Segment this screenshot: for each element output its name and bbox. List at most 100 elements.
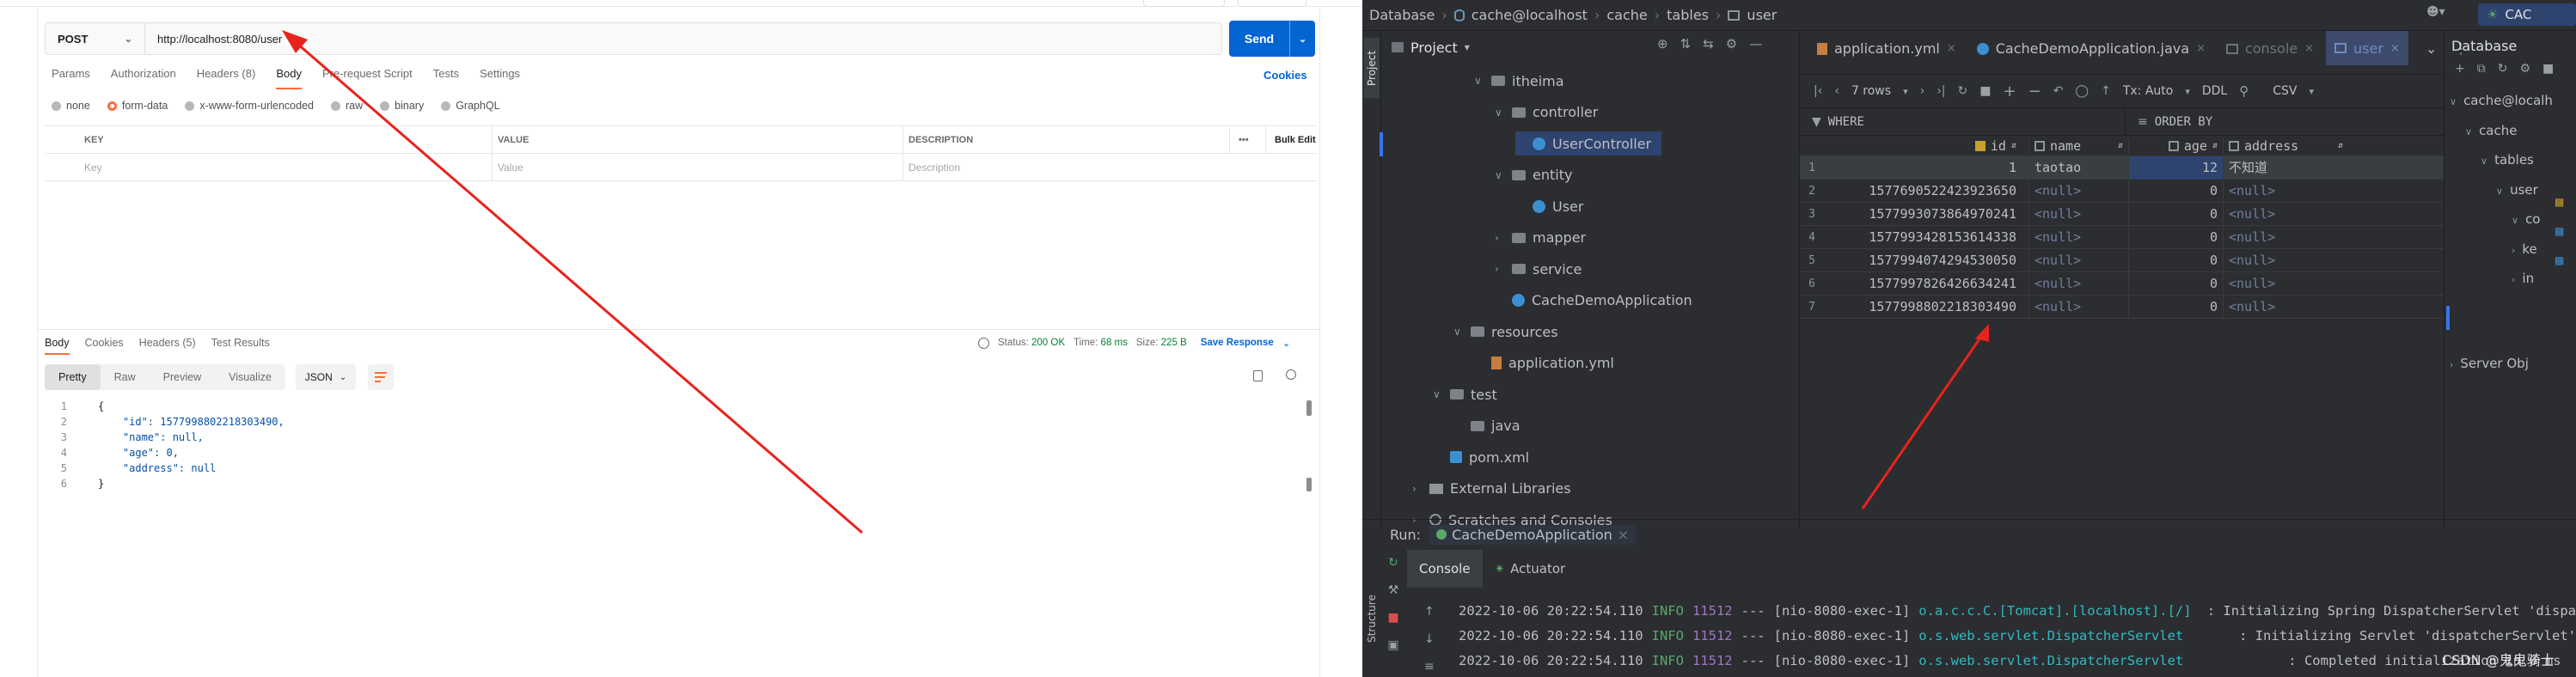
chevron-down-icon[interactable]: ∨ <box>1495 169 1505 181</box>
close-icon[interactable]: × <box>2304 42 2314 55</box>
locate-icon[interactable]: ⊕ <box>1657 36 1668 52</box>
response-code-view[interactable]: 1{2 "id": 1577998802218303490, 3 "name": … <box>45 399 1317 491</box>
column-header-age[interactable]: age ⇵ <box>2128 137 2223 154</box>
tree-item[interactable]: java <box>1453 414 1521 438</box>
tabs-overflow-icon[interactable]: ⌄ <box>2408 40 2447 65</box>
tab-actuator[interactable]: ✴ Actuator <box>1483 550 1578 588</box>
tree-item[interactable]: ∨ resources <box>1453 320 1558 344</box>
cell-address[interactable]: <null> <box>2223 271 2348 296</box>
structure-tool-tab[interactable]: Structure <box>1362 584 1381 653</box>
wrap-lines-icon[interactable] <box>368 364 394 390</box>
cell-address[interactable]: <null> <box>2223 225 2348 249</box>
tab-application-yml[interactable]: application.yml × <box>1800 40 1968 65</box>
cell-id[interactable]: 1 <box>1824 160 2028 175</box>
radio-none[interactable]: none <box>52 100 90 112</box>
rows-select[interactable]: 7 rows <box>1851 84 1891 98</box>
tx-mode-select[interactable]: Tx: Auto <box>2123 84 2174 98</box>
breadcrumb-item[interactable]: tables <box>1667 7 1709 23</box>
tab-response-headers[interactable]: Headers (5) <box>139 337 196 355</box>
stop-icon[interactable]: ■ <box>1381 604 1405 631</box>
db-tree-item[interactable]: ∨ cache <box>2444 116 2576 146</box>
toolbar-button-remnant[interactable] <box>1143 0 1225 7</box>
gear-icon[interactable]: ⚙ <box>1726 36 1737 52</box>
prev-page-icon[interactable]: ‹ <box>1834 84 1839 98</box>
cell-id[interactable]: 1577690522423923650 <box>1824 183 2028 198</box>
tab-preview[interactable]: Preview <box>150 364 215 390</box>
cell-address[interactable]: <null> <box>2223 202 2348 226</box>
tab-params[interactable]: Params <box>52 67 90 89</box>
tab-test-results[interactable]: Test Results <box>211 337 270 355</box>
chevron-down-icon[interactable]: ∨ <box>2512 215 2518 226</box>
cell-name[interactable]: <null> <box>2028 225 2128 249</box>
export-format-select[interactable]: CSV <box>2273 84 2297 98</box>
where-filter[interactable]: ▼ WHERE <box>1800 115 2125 129</box>
chevron-down-icon[interactable]: ∨ <box>1433 388 1443 400</box>
send-button[interactable]: Send ⌄ <box>1229 21 1315 57</box>
tab-cachedemoapplication[interactable]: CacheDemoApplication.java × <box>1968 40 2218 65</box>
cell-id[interactable]: 1577997826426634241 <box>1824 276 2028 291</box>
tab-visualize[interactable]: Visualize <box>215 364 285 390</box>
wrench-icon[interactable]: ⚒ <box>1381 576 1405 604</box>
db-tree-item[interactable]: ∨ tables <box>2444 145 2576 175</box>
arrow-up-icon[interactable]: ↑ <box>1424 598 1440 625</box>
tab-tests[interactable]: Tests <box>433 67 459 89</box>
table-row[interactable]: 4 1577993428153614338 <null> 0 <null> <box>1800 225 2444 249</box>
table-row[interactable]: 1 1 taotao 12 不知道 <box>1800 156 2444 180</box>
close-icon[interactable]: × <box>2390 42 2400 55</box>
tree-item[interactable]: ∨ itheima <box>1474 69 1564 93</box>
cell-id[interactable]: 1577994074294530050 <box>1824 253 2028 268</box>
cell-address[interactable]: <null> <box>2223 248 2348 272</box>
preview-icon[interactable]: ◯ <box>2075 84 2089 98</box>
cell-id[interactable]: 1577998802218303490 <box>1824 299 2028 314</box>
console-output[interactable]: 2022-10-06 20:22:54.110 INFO 11512 --- [nio-… <box>1459 589 2576 677</box>
rerun-icon[interactable]: ↻ <box>1381 549 1405 576</box>
tab-response-cookies[interactable]: Cookies <box>85 337 124 355</box>
close-icon[interactable]: × <box>1947 42 1956 55</box>
table-row[interactable]: 5 1577994074294530050 <null> 0 <null> <box>1800 248 2444 272</box>
tree-item[interactable]: ∨ test <box>1433 382 1497 406</box>
chevron-down-icon[interactable]: ∨ <box>1495 107 1505 119</box>
chevron-down-icon[interactable]: ⌄ <box>1289 21 1315 57</box>
hide-icon[interactable]: — <box>1749 36 1762 52</box>
tab-console[interactable]: console × <box>2218 40 2326 65</box>
chevron-down-icon[interactable]: ∨ <box>2481 156 2487 167</box>
search-icon[interactable]: ⚲ <box>2239 83 2249 99</box>
tab-settings[interactable]: Settings <box>480 67 520 89</box>
tree-item[interactable]: UserController <box>1515 131 1662 156</box>
toolbar-button-remnant[interactable] <box>1238 0 1306 7</box>
settings-icon[interactable]: ⚙ <box>2519 62 2530 86</box>
column-header-address[interactable]: address ⇵ <box>2223 137 2348 154</box>
wrap-icon[interactable]: ≡ <box>1424 653 1440 677</box>
refresh-icon[interactable]: ↻ <box>1958 84 1968 98</box>
arrow-down-icon[interactable]: ↓ <box>1424 625 1440 653</box>
stop-icon[interactable]: ■ <box>1979 84 1991 98</box>
cookies-link[interactable]: Cookies <box>1264 69 1307 82</box>
revert-icon[interactable]: ↶ <box>2053 84 2064 98</box>
method-select[interactable]: POST ⌄ <box>46 23 145 54</box>
stop-icon[interactable]: ■ <box>2542 62 2554 86</box>
radio-form-data[interactable]: form-data <box>107 100 168 112</box>
chevron-down-icon[interactable]: ⌄ <box>1282 337 1291 349</box>
cell-age[interactable]: 0 <box>2128 248 2223 272</box>
cell-name[interactable]: <null> <box>2028 271 2128 296</box>
chevron-down-icon[interactable]: ∨ <box>1474 75 1484 87</box>
tree-item[interactable]: pom.xml <box>1433 445 1529 469</box>
table-row[interactable]: 2 1577690522423923650 <null> 0 <null> <box>1800 179 2444 203</box>
submit-icon[interactable]: ↑ <box>2101 84 2111 98</box>
tab-raw[interactable]: Raw <box>101 364 150 390</box>
close-icon[interactable]: × <box>1618 527 1629 543</box>
chevron-down-icon[interactable]: › <box>2450 359 2453 370</box>
column-header-name[interactable]: name ⇵ <box>2028 137 2128 154</box>
cell-name[interactable]: <null> <box>2028 202 2128 226</box>
tree-item[interactable]: ∨ entity <box>1495 163 1572 187</box>
copy-icon[interactable] <box>1253 370 1263 381</box>
run-config-selector[interactable]: ☀ CAC <box>2478 3 2576 26</box>
cell-address[interactable]: 不知道 <box>2223 156 2348 180</box>
order-by-filter[interactable]: ≡ ORDER BY <box>2125 107 2212 136</box>
cell-name[interactable]: taotao <box>2028 156 2128 180</box>
add-icon[interactable]: + <box>2455 62 2465 86</box>
db-tree-item[interactable]: ∨ cache@localh <box>2444 86 2576 116</box>
expand-all-icon[interactable]: ⇅ <box>1680 36 1692 52</box>
copy-icon[interactable]: ⧉ <box>2477 62 2486 86</box>
collapse-all-icon[interactable]: ⇆ <box>1703 36 1714 52</box>
